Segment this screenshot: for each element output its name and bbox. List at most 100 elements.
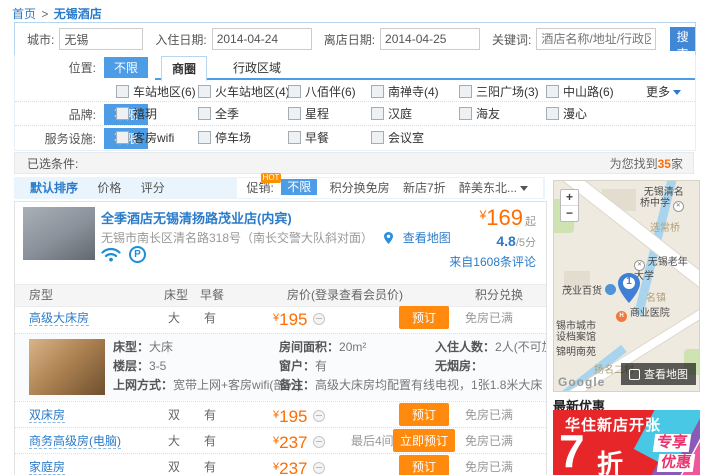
brand-option[interactable]: 汉庭 (371, 105, 412, 122)
brand-option[interactable]: 漫心 (546, 105, 587, 122)
selected-conditions-bar: 已选条件: 为您找到35家 (14, 152, 694, 174)
promotion-newstore-option[interactable]: 新店7折 (403, 181, 446, 195)
checkbox[interactable] (116, 85, 129, 98)
breakfast: 有 (197, 454, 223, 475)
view-map-button[interactable]: 查看地图 (621, 363, 696, 385)
more-link[interactable]: 更多 (646, 83, 681, 100)
col-points: 积分兑换 (475, 285, 523, 306)
cashback-icon (313, 436, 325, 448)
checkbox[interactable] (459, 85, 472, 98)
checkbox[interactable] (288, 131, 301, 144)
hotel-photo[interactable] (23, 207, 95, 260)
brand-option[interactable]: 全季 (198, 105, 239, 122)
promotion-label: 促销:HOT (247, 181, 274, 195)
room-name-link[interactable]: 高级大床房 (29, 305, 89, 331)
checkbox[interactable] (198, 131, 211, 144)
checkbox[interactable] (198, 85, 211, 98)
room-name-link[interactable]: 双床房 (29, 402, 65, 428)
book-button[interactable]: 预订 (399, 306, 449, 329)
zoom-in-button[interactable]: + (561, 190, 578, 206)
checkbox[interactable] (116, 131, 129, 144)
tab-business-district[interactable]: 商圈 (161, 56, 207, 82)
sort-price[interactable]: 价格 (97, 181, 121, 195)
location-any-button[interactable]: 不限 (104, 57, 148, 78)
breakfast: 有 (197, 305, 223, 331)
checkbox[interactable] (371, 107, 384, 120)
book-now-button[interactable]: 立即预订 (393, 429, 455, 452)
checkbox[interactable] (546, 107, 559, 120)
map-label-school2: ✕ 无锡老年大学 (634, 257, 688, 282)
brand-option[interactable]: 禧玥 (116, 105, 157, 122)
room-name-link[interactable]: 商务高级房(电脑) (29, 428, 121, 454)
reviews-link[interactable]: 来自1608条评论 (449, 253, 536, 270)
room-price: ¥195 (273, 305, 325, 334)
promotion-filter: 促销:HOT 不限 积分换免房 新店7折 醉美东北... (237, 178, 543, 198)
district-option[interactable]: 南禅寺(4) (371, 83, 439, 100)
map-zoom-control: + − (560, 189, 579, 222)
brand-option[interactable]: 海友 (459, 105, 500, 122)
sort-score[interactable]: 评分 (141, 181, 165, 195)
district-option[interactable]: 三阳广场(3) (459, 83, 539, 100)
facility-option[interactable]: 早餐 (288, 129, 329, 146)
room-name-link[interactable]: 家庭房 (29, 454, 65, 475)
keyword-label: 关键词: (492, 31, 531, 48)
promo-banner[interactable]: 华住新店开张 7 折 专享 优惠 (553, 410, 700, 475)
checkin-input[interactable] (212, 28, 312, 50)
hotel-map-pin[interactable]: 1 (618, 273, 640, 303)
checkbox[interactable] (371, 131, 384, 144)
map-label-estate: 锦明南苑 (556, 347, 596, 358)
breadcrumb: 首页 > 无锡酒店 (12, 5, 102, 22)
city-label: 城市: (27, 31, 54, 48)
checkbox[interactable] (371, 85, 384, 98)
city-input[interactable] (59, 28, 143, 50)
tab-admin-region[interactable]: 行政区域 (223, 56, 291, 79)
checkbox[interactable] (546, 85, 559, 98)
search-button[interactable]: 搜索 (670, 27, 695, 51)
room-photo[interactable] (29, 339, 105, 395)
checkbox[interactable] (288, 85, 301, 98)
brand-label: 品牌: (15, 106, 96, 123)
promotion-points-option[interactable]: 积分换免房 (330, 181, 390, 195)
brand-option[interactable]: 星程 (288, 105, 329, 122)
district-option[interactable]: 火车站地区(4) (198, 83, 290, 100)
promotion-dropdown[interactable]: 醉美东北... (459, 181, 528, 195)
zoom-out-button[interactable]: − (561, 206, 578, 221)
hotel-name-link[interactable]: 全季酒店无锡清扬路茂业店(内宾) (101, 208, 292, 227)
district-option[interactable]: 车站地区(6) (116, 83, 196, 100)
mini-map[interactable]: + − 无锡清名桥中学 ✕ 选常桥 ✕ 无锡老年大学 茂业百货 名镇 1 H 商… (553, 180, 700, 392)
district-option[interactable]: 中山路(6) (546, 83, 614, 100)
keyword-input[interactable] (536, 28, 656, 50)
selected-conditions-label: 已选条件: (27, 157, 78, 171)
room-detail-panel: 床型：大床 楼层：3-5 上网方式：宽带上网+客房wifi(部分) 房间面积：2… (15, 333, 546, 400)
facility-option[interactable]: 会议室 (371, 129, 424, 146)
banner-discount-number: 7 (559, 428, 585, 474)
facility-option[interactable]: 客房wifi (116, 129, 174, 146)
detail-column-3: 入住人数：2人(不可加床) 无烟房： (435, 338, 547, 376)
district-option-label: 车站地区(6) (133, 83, 196, 100)
brand-option-label: 禧玥 (133, 105, 157, 122)
book-button[interactable]: 预订 (399, 455, 449, 475)
brand-option-label: 汉庭 (388, 105, 412, 122)
checkbox[interactable] (459, 107, 472, 120)
facility-option[interactable]: 停车场 (198, 129, 251, 146)
view-map-link[interactable]: 查看地图 (403, 231, 451, 245)
checkout-input[interactable] (380, 28, 480, 50)
checkbox[interactable] (116, 107, 129, 120)
breadcrumb-separator: > (41, 7, 48, 21)
hot-badge: HOT (261, 173, 282, 183)
promotion-any-button[interactable]: 不限 (281, 179, 317, 195)
facility-option-label: 会议室 (388, 129, 424, 146)
sort-default[interactable]: 默认排序 (30, 181, 78, 195)
bed-type: 双 (161, 454, 187, 475)
checkbox[interactable] (288, 107, 301, 120)
hotel-score: 4.8/5分 (449, 233, 536, 250)
breadcrumb-home-link[interactable]: 首页 (12, 7, 36, 21)
bed-type: 大 (161, 428, 187, 454)
facility-label: 服务设施: (15, 130, 96, 147)
col-room-type: 房型 (29, 285, 53, 306)
book-button[interactable]: 预订 (399, 403, 449, 426)
district-option[interactable]: 八佰伴(6) (288, 83, 356, 100)
district-option-label: 三阳广场(3) (476, 83, 539, 100)
location-label: 位置: (15, 59, 96, 76)
checkbox[interactable] (198, 107, 211, 120)
